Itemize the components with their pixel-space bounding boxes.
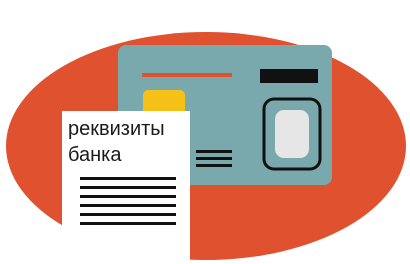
document-title-line-2: банка — [68, 144, 122, 166]
document-title: реквизиты банка — [68, 116, 188, 168]
photo-slot — [275, 110, 309, 158]
card-black-bar — [260, 69, 318, 83]
card-red-stripe — [142, 73, 232, 77]
card-photo-frame — [262, 97, 322, 171]
bank-details-illustration — [6, 32, 406, 264]
document-title-line-1: реквизиты — [68, 118, 165, 140]
card-text-lines — [196, 150, 232, 167]
